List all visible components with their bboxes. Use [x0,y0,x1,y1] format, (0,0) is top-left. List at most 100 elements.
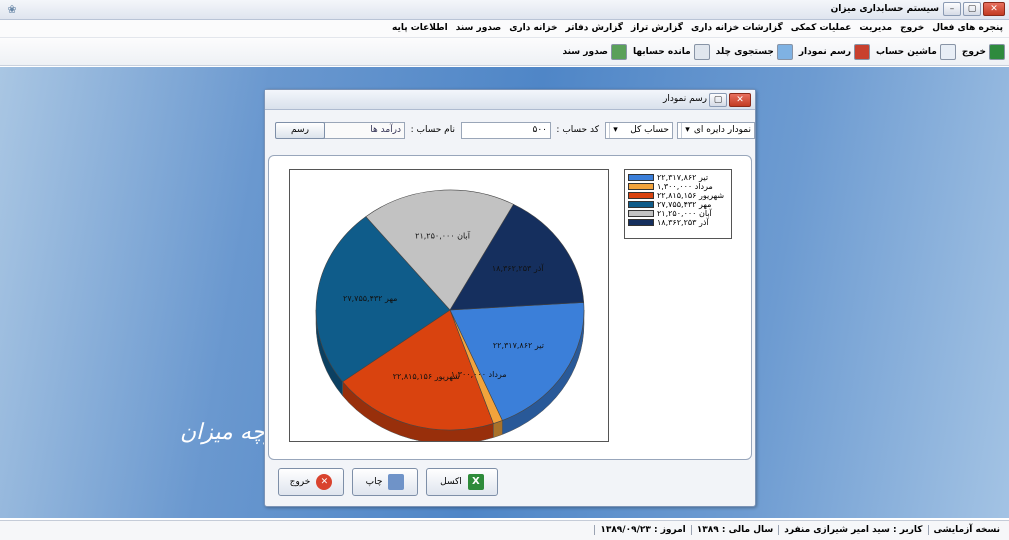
document-add-icon [610,44,627,60]
window-titlebar: ❀ ✕ ▢ – سیستم حسابداری میزان [0,0,1009,20]
legend-label: مرداد ۱,۳۰۰,۰۰۰ [657,182,713,191]
menu-item-7[interactable]: مدیریت [859,23,892,33]
chart-panel: تیر ۲۲,۳۱۷,۸۶۲ مرداد ۱,۳۰۰,۰۰۰ شهریور ۲۲,۸… [268,155,752,460]
toolbar-button-3[interactable]: رسم نمودار [798,44,871,60]
app-icon: ❀ [7,3,17,16]
excel-button[interactable]: اکسل X [426,468,498,496]
account-name-label: نام حساب : [410,125,455,135]
excel-icon: X [467,474,484,490]
legend-entry: مرداد ۱,۳۰۰,۰۰۰ [628,182,728,191]
legend-swatch [628,174,654,181]
chart-type-value: نمودار دایره ای [693,125,751,135]
toolbar-label: صدور سند [562,47,608,57]
menu-item-1[interactable]: صدور سند [456,23,502,33]
account-type-value: حساب کل [630,125,669,135]
dialog-title: رسم نمودار [663,94,707,104]
legend-entry: مهر ۲۷,۷۵۵,۴۳۲ [628,200,728,209]
legend-label: شهریور ۲۲,۸۱۵,۱۵۶ [657,191,725,200]
account-code-label: کد حساب : [556,125,599,135]
close-circle-icon: ✕ [316,474,333,490]
status-label: امروز : [654,525,686,535]
account-name-field: درآمد ها [315,122,405,139]
toolbar-label: رسم نمودار [798,47,852,57]
toolbar-label: خروج [961,47,986,57]
excel-button-label: اکسل [440,477,462,487]
dialog-close-button[interactable]: ✕ [729,93,751,107]
bar-chart-icon [854,44,871,60]
pie-data-label: شهریور ۲۲,۸۱۵,۱۵۶ [393,372,460,381]
legend-swatch [628,219,654,226]
legend-swatch [628,210,654,217]
status-item-3: نسخه آزمایشی [927,525,1005,535]
status-label: سال مالی : [721,525,774,535]
status-value: ۱۳۸۹ [696,525,722,535]
status-item-0: امروز : ۱۳۸۹/۰۹/۲۳ [594,525,690,535]
legend-entry: آبان ۲۱,۲۵۰,۰۰۰ [628,209,728,218]
maximize-button[interactable]: ▢ [963,2,981,16]
toolbar-label: مانده حسابها [632,47,691,57]
menu-item-4[interactable]: گزارش تراز [631,23,683,33]
pie-data-label: مهر ۲۷,۷۵۵,۴۳۲ [343,294,397,303]
legend-label: آبان ۲۱,۲۵۰,۰۰۰ [657,209,712,218]
parameter-row: نمودار دایره ای ▾ حساب کل ▾ کد حساب : ۵۰… [265,111,755,151]
status-item-2: کاربر : سید امیر شیرازی منفرد [778,525,927,535]
chevron-down-icon: ▾ [681,123,693,138]
chart-dialog: ✕ ▢ – ▭ رسم نمودار نمودار دایره ای ▾ حسا… [264,89,756,507]
legend-label: آذر ۱۸,۳۶۲,۲۵۳ [657,218,709,227]
chevron-down-icon: ▾ [609,123,621,138]
menu-item-3[interactable]: گزارش دفاتر [566,23,624,33]
status-item-1: سال مالی : ۱۳۸۹ [690,525,778,535]
chart-type-select[interactable]: نمودار دایره ای ▾ [677,122,755,139]
legend-swatch [628,192,654,199]
exit-icon [989,44,1005,60]
legend-entry: تیر ۲۲,۳۱۷,۸۶۲ [628,173,728,182]
toolbar-label: جستجوی چلد [715,47,774,57]
print-button-label: چاپ [365,477,383,487]
dialog-bottom-bar: اکسل X چاپ خروج ✕ [268,463,752,503]
pie-data-label: آبان ۲۱,۲۵۰,۰۰۰ [415,230,471,240]
status-label: کاربر : [893,525,923,535]
toolbar-label: ماشین حساب [876,47,937,57]
desktop-watermark: رچه میزان [180,420,276,445]
print-button[interactable]: چاپ [352,468,418,496]
status-value: ۱۳۸۹/۰۹/۲۳ [600,525,654,535]
search-icon [776,44,793,60]
menu-item-9[interactable]: پنجره های فعال [932,23,1003,33]
status-value: نسخه آزمایشی [933,525,1000,535]
dialog-titlebar: ✕ ▢ – ▭ رسم نمودار [265,90,755,110]
pencil-icon [693,44,710,60]
draw-button[interactable]: رسم [275,122,325,139]
menu-bar: اطلاعات پایه صدور سند خزانه داری گزارش دفات… [0,20,1009,38]
toolbar-button-1[interactable]: مانده حسابها [633,44,710,60]
exit-button-label: خروج [289,477,311,487]
window-title: سیستم حسابداری میزان [830,4,939,14]
menu-item-2[interactable]: خزانه داری [509,23,557,33]
toolbar-button-5[interactable]: خروج [962,44,1005,60]
account-code-input[interactable]: ۵۰۰ [461,122,551,139]
dialog-maximize-button[interactable]: ▢ [709,93,727,107]
chart-frame: تیر ۲۲,۳۱۷,۸۶۲ مرداد ۱,۳۰۰,۰۰۰ شهریور ۲۲,۸… [289,169,609,445]
pie-data-label: آذر ۱۸,۳۶۲,۲۵۳ [492,263,544,273]
toolbar-button-0[interactable]: صدور سند [562,44,627,60]
toolbar-button-4[interactable]: ماشین حساب [876,44,956,60]
toolbar-button-2[interactable]: جستجوی چلد [716,44,793,60]
calculator-icon [939,44,956,60]
menu-item-6[interactable]: عملیات کمکی [791,23,852,33]
legend-swatch [628,201,654,208]
status-value: سید امیر شیرازی منفرد [784,525,893,535]
exit-button[interactable]: خروج ✕ [278,468,344,496]
printer-icon [388,474,405,490]
status-bar: امروز : ۱۳۸۹/۰۹/۲۳ سال مالی : ۱۳۸۹ کاربر :… [0,520,1009,540]
close-button[interactable]: ✕ [983,2,1005,16]
chart-legend: تیر ۲۲,۳۱۷,۸۶۲ مرداد ۱,۳۰۰,۰۰۰ شهریور ۲۲,۸… [624,169,732,239]
legend-entry: شهریور ۲۲,۸۱۵,۱۵۶ [628,191,728,200]
legend-swatch [628,183,654,190]
menu-item-5[interactable]: گزارشات خزانه داری [691,23,783,33]
menu-item-0[interactable]: اطلاعات پایه [392,23,448,33]
menu-item-8[interactable]: خروج [900,23,924,33]
toolbar: صدور سند مانده حسابها جستجوی چلد رسم نمودار… [0,38,1009,66]
legend-label: مهر ۲۷,۷۵۵,۴۳۲ [657,200,712,209]
minimize-button[interactable]: – [943,2,961,16]
account-type-select[interactable]: حساب کل ▾ [605,122,673,139]
pie-chart: تیر ۲۲,۳۱۷,۸۶۲مرداد ۱,۳۰۰,۰۰۰شهریور ۲۲,۸… [315,189,585,445]
